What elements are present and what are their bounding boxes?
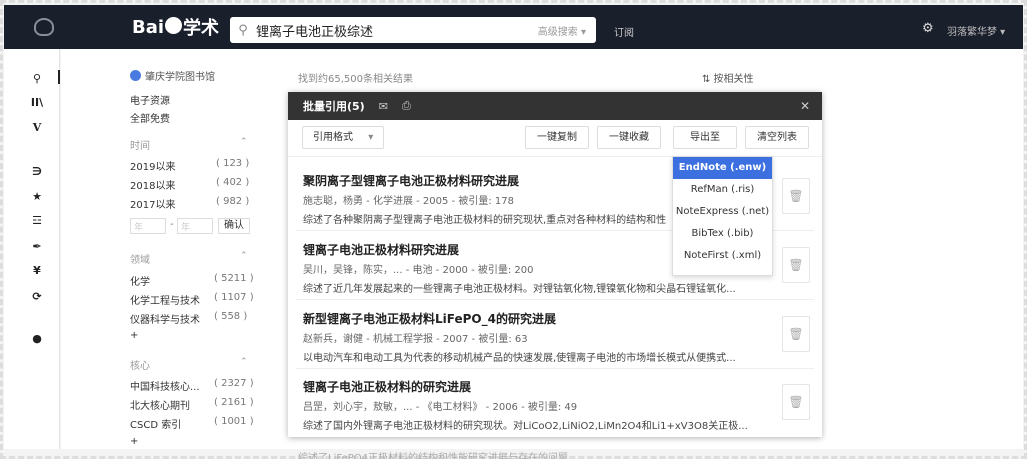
background-result-text: 综述了LiFePO4正极材料的结构和性能研究进展与存在的问题...: [298, 453, 578, 459]
star-icon[interactable]: ★: [30, 190, 44, 203]
field-item[interactable]: 化学: [130, 273, 150, 288]
advanced-search-link[interactable]: 高级搜索 ▾: [538, 23, 586, 38]
core-item[interactable]: CSCD 索引: [130, 416, 181, 431]
cite-title[interactable]: 新型锂离子电池正极材料LiFePO_4的研究进展: [303, 310, 803, 327]
cite-desc: 综述了国内外锂离子电池正极材料的研究现状。对LiCoO2,LiNiO2,LiMn…: [303, 421, 748, 432]
bookshelf-icon[interactable]: II\: [30, 96, 44, 109]
print-icon[interactable]: ⎙: [402, 99, 411, 113]
paw-icon: [165, 16, 183, 34]
close-icon[interactable]: ✕: [800, 99, 810, 113]
library-name: 肇庆学院图书馆: [145, 72, 215, 83]
export-bibtex[interactable]: BibTex (.bib): [673, 223, 772, 245]
chevron-down-icon: ▾: [368, 132, 374, 143]
trash-icon[interactable]: 🗑: [782, 384, 810, 420]
cite-desc: 综述了近几年发展起来的一些锂离子电池正极材料。对锂钴氧化物,锂镍氧化物和尖晶石锂…: [303, 284, 736, 295]
search-input[interactable]: 锂离子电池正极综述: [256, 21, 538, 40]
export-refman[interactable]: RefMan (.ris): [673, 179, 772, 201]
field-count: ( 558 ): [214, 311, 248, 322]
trash-icon[interactable]: 🗑: [782, 178, 810, 214]
time-count: ( 123 ): [216, 158, 250, 169]
chevron-up-icon[interactable]: ⌃: [240, 137, 248, 147]
core-more[interactable]: +: [130, 436, 138, 447]
core-item[interactable]: 北大核心期刊: [130, 397, 190, 412]
cite-desc: 以电动汽车和电动工具为代表的移动机械产品的快速发展,使锂离子电池的市场增长模式从…: [303, 353, 736, 364]
year-dash: -: [170, 219, 174, 230]
core-count: ( 2161 ): [214, 397, 254, 408]
export-notefirst[interactable]: NoteFirst (.xml): [673, 245, 772, 267]
time-item[interactable]: 2017以来: [130, 196, 175, 211]
divider: [296, 299, 814, 300]
active-indicator: [58, 70, 60, 84]
mail-icon[interactable]: ✉: [379, 100, 388, 113]
subscribe-link[interactable]: 订阅: [614, 24, 634, 39]
time-count: ( 402 ): [216, 177, 250, 188]
divider: [296, 368, 814, 369]
field-header: 领域: [130, 255, 150, 266]
modal-toolbar: 引用格式 ▾ 一键复制 一键收藏 导出至 清空列表: [288, 126, 822, 154]
export-dropdown: EndNote (.enw) RefMan (.ris) NoteExpress…: [672, 156, 773, 276]
top-bar: Bai 学术 ⚲ 锂离子电池正极综述 高级搜索 ▾ 订阅 ⚙ 羽落繁华梦 ▾: [4, 5, 1023, 49]
core-item[interactable]: 中国科技核心...: [130, 378, 200, 393]
cite-title[interactable]: 锂离子电池正极材料的研究进展: [303, 378, 803, 395]
yen-icon[interactable]: ¥: [30, 264, 44, 277]
result-count: 找到约65,500条相关结果: [298, 74, 413, 85]
user-menu[interactable]: 羽落繁华梦 ▾: [947, 23, 1005, 38]
gear-icon[interactable]: ⚙: [922, 21, 934, 36]
export-button[interactable]: 导出至: [673, 126, 737, 149]
search-icon[interactable]: ⚲: [230, 23, 256, 38]
search-icon[interactable]: ⚲: [30, 72, 44, 85]
search-box[interactable]: ⚲ 锂离子电池正极综述 高级搜索 ▾: [230, 17, 596, 43]
trash-icon[interactable]: 🗑: [782, 247, 810, 283]
chevron-up-icon[interactable]: ⌃: [240, 251, 248, 261]
cite-meta: 吕罡，刘心宇，敖敏，... - 《电工材料》 - 2006 - 被引量: 49: [303, 402, 578, 413]
field-item[interactable]: 仪器科学与技术: [130, 311, 200, 326]
time-count: ( 982 ): [216, 196, 250, 207]
rss-icon[interactable]: ∋: [30, 165, 44, 178]
cite-item: 锂离子电池正极材料的研究进展 吕罡，刘心宇，敖敏，... - 《电工材料》 - …: [303, 378, 803, 432]
time-item[interactable]: 2018以来: [130, 177, 175, 192]
refresh-icon[interactable]: ⟳: [30, 290, 44, 303]
time-item[interactable]: 2019以来: [130, 158, 175, 173]
baidu-xueshu-logo[interactable]: Bai 学术: [132, 15, 219, 39]
field-count: ( 1107 ): [214, 292, 254, 303]
export-noteexpress[interactable]: NoteExpress (.net): [673, 201, 772, 223]
field-more[interactable]: +: [130, 330, 138, 341]
core-count: ( 2327 ): [214, 378, 254, 389]
year-confirm-button[interactable]: 确认: [218, 218, 250, 234]
cite-format-select[interactable]: 引用格式 ▾: [302, 126, 384, 149]
modal-title: 批量引用(5): [303, 100, 365, 113]
time-header: 时间: [130, 141, 150, 152]
home-icon[interactable]: [34, 18, 54, 36]
sort-relevance[interactable]: ⇅ 按相关性: [702, 70, 754, 85]
v-icon[interactable]: V: [30, 121, 44, 134]
layers-icon[interactable]: ☲: [30, 214, 44, 227]
clear-list-button[interactable]: 清空列表: [745, 126, 809, 149]
core-header: 核心: [130, 361, 150, 372]
library-selector[interactable]: 肇庆学院图书馆: [130, 68, 215, 83]
filter-free[interactable]: 全部免费: [130, 110, 170, 125]
cite-meta: 赵新兵，谢健 - 机械工程学报 - 2007 - 被引量: 63: [303, 334, 528, 345]
export-endnote[interactable]: EndNote (.enw): [673, 157, 772, 179]
pen-icon[interactable]: ✒: [30, 240, 44, 253]
copy-all-button[interactable]: 一键复制: [525, 126, 589, 149]
year-to-input[interactable]: 年: [177, 218, 213, 234]
field-item[interactable]: 化学工程与技术: [130, 292, 200, 307]
library-icon: [130, 70, 141, 81]
year-from-input[interactable]: 年: [130, 218, 166, 234]
filter-electronic[interactable]: 电子资源: [130, 92, 170, 107]
field-count: ( 5211 ): [214, 273, 254, 284]
user-icon[interactable]: ●: [30, 332, 44, 345]
collect-all-button[interactable]: 一键收藏: [597, 126, 661, 149]
modal-header: 批量引用(5) ✉ ⎙ ✕: [288, 92, 822, 120]
trash-icon[interactable]: 🗑: [782, 316, 810, 352]
cite-item: 新型锂离子电池正极材料LiFePO_4的研究进展 赵新兵，谢健 - 机械工程学报…: [303, 310, 803, 364]
chevron-up-icon[interactable]: ⌃: [240, 357, 248, 367]
cite-format-label: 引用格式: [313, 132, 353, 143]
core-count: ( 1001 ): [214, 416, 254, 427]
